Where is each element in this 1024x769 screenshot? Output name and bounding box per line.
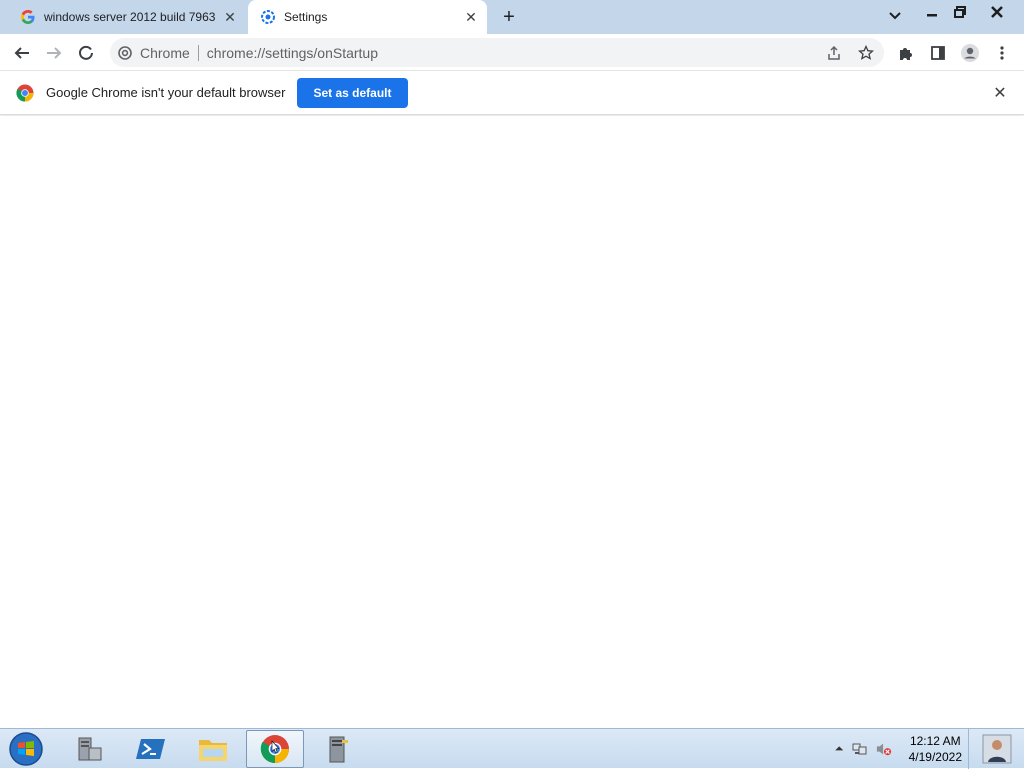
tab-settings[interactable]: Settings ✕: [248, 0, 487, 34]
kebab-menu-icon: [1000, 46, 1004, 60]
minimize-button[interactable]: [920, 0, 944, 24]
taskbar-file-explorer[interactable]: [184, 730, 242, 768]
origin-label: Chrome: [140, 44, 190, 61]
default-browser-infobar: Google Chrome isn't your default browser…: [0, 71, 1024, 115]
browser-toolbar: Chrome chrome://settings/onStartup: [0, 34, 1024, 71]
tab-title: windows server 2012 build 7963: [44, 10, 216, 24]
tab-google-search[interactable]: windows server 2012 build 7963 ✕: [8, 0, 246, 34]
show-hidden-icons-icon[interactable]: ⏶: [831, 741, 847, 757]
side-panel-icon: [931, 46, 945, 60]
system-clock[interactable]: 12:12 AM 4/19/2022: [909, 733, 962, 765]
chrome-logo-icon: [16, 84, 34, 102]
back-button[interactable]: [8, 39, 36, 67]
address-bar[interactable]: Chrome chrome://settings/onStartup: [110, 38, 884, 67]
menu-button[interactable]: [988, 39, 1016, 67]
chrome-logo-icon: [118, 45, 132, 60]
taskbar-server-tools[interactable]: [308, 730, 366, 768]
close-window-button[interactable]: [984, 0, 1010, 24]
infobar-message: Google Chrome isn't your default browser: [46, 85, 286, 100]
user-avatar-icon: [982, 734, 1011, 764]
new-tab-button[interactable]: +: [496, 5, 522, 29]
windows-start-orb-icon: [9, 732, 43, 766]
forward-button[interactable]: [40, 39, 68, 67]
tab-strip: windows server 2012 build 7963 ✕ Setting…: [0, 0, 1024, 34]
tab-title: Settings: [284, 10, 328, 24]
avatar-icon: [961, 44, 979, 62]
chevron-down-icon: [889, 12, 901, 20]
extensions-button[interactable]: [892, 39, 920, 67]
volume-muted-icon[interactable]: [876, 741, 892, 757]
clock-time: 12:12 AM: [909, 734, 961, 748]
page-content: [0, 116, 1024, 728]
omnibox-divider: [197, 44, 199, 61]
tab-close-icon[interactable]: ✕: [461, 7, 481, 27]
chrome-icon: [260, 735, 289, 764]
powershell-icon: [136, 739, 165, 759]
chrome-settings-gear-icon: [260, 9, 276, 25]
network-icon[interactable]: [852, 741, 868, 757]
restore-icon: [954, 6, 966, 18]
share-icon: [828, 45, 840, 60]
clock-date: 4/19/2022: [908, 750, 962, 764]
taskbar-powershell[interactable]: [122, 730, 180, 768]
tab-search-button[interactable]: [884, 5, 906, 27]
star-icon: [858, 45, 874, 60]
share-button[interactable]: [820, 39, 848, 67]
stop-loading-button[interactable]: [72, 39, 100, 67]
url-text[interactable]: chrome://settings/onStartup: [207, 45, 378, 61]
server-manager-icon: [78, 737, 102, 761]
restore-button[interactable]: [948, 0, 972, 24]
taskbar-chrome[interactable]: [246, 730, 304, 768]
minimize-icon: [927, 14, 937, 17]
loading-spinner-icon: [79, 45, 93, 60]
server-tools-icon: [329, 736, 348, 763]
google-g-icon: [20, 9, 36, 25]
set-as-default-button[interactable]: Set as default: [297, 77, 408, 108]
taskbar-server-manager[interactable]: [60, 730, 118, 768]
profile-button[interactable]: [956, 39, 984, 67]
file-explorer-icon: [199, 740, 227, 761]
close-icon: [991, 6, 1003, 18]
taskbar: ⏶ 12:12 AM 4/19/2022: [0, 728, 1024, 769]
arrow-right-icon: [47, 47, 62, 59]
user-tile[interactable]: [968, 729, 1024, 769]
bookmark-button[interactable]: [852, 39, 880, 67]
tab-close-icon[interactable]: ✕: [220, 7, 240, 27]
side-panel-button[interactable]: [924, 39, 952, 67]
infobar-close-icon[interactable]: ✕: [990, 83, 1010, 103]
puzzle-icon: [900, 48, 912, 60]
start-button[interactable]: [4, 730, 48, 768]
arrow-left-icon: [14, 47, 29, 59]
